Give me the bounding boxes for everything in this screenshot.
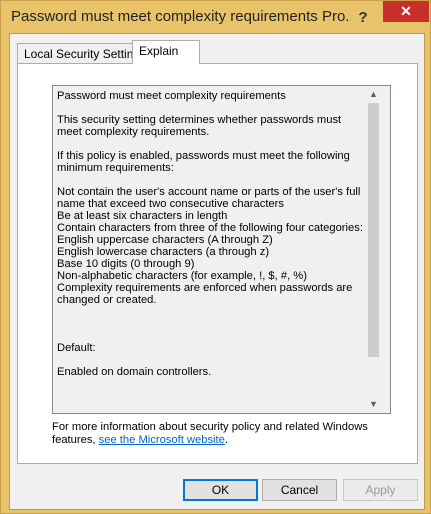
properties-dialog: Password must meet complexity requiremen… — [0, 0, 431, 514]
explain-line: If this policy is enabled, passwords mus… — [57, 150, 350, 174]
explain-blank-line — [57, 102, 363, 114]
explain-line: Non-alphabetic characters (for example, … — [57, 270, 307, 282]
close-icon: ✕ — [400, 3, 412, 19]
cancel-button[interactable]: Cancel — [262, 479, 337, 501]
explain-line: Base 10 digits (0 through 9) — [57, 258, 195, 270]
explain-line: This security setting determines whether… — [57, 114, 342, 138]
tab-local-security-setting[interactable]: Local Security Setting — [17, 43, 145, 64]
tab-explain[interactable]: Explain — [132, 40, 200, 64]
explain-line: Complexity requirements are enforced whe… — [57, 282, 353, 306]
vertical-scrollbar[interactable]: ▲ ▼ — [365, 86, 382, 413]
help-button[interactable]: ? — [353, 9, 373, 27]
explain-line: Password must meet complexity requiremen… — [57, 90, 286, 102]
scroll-thumb[interactable] — [368, 103, 379, 357]
title-bar[interactable]: Password must meet complexity requiremen… — [1, 1, 431, 35]
explain-blank-line — [57, 138, 363, 150]
more-info-text: For more information about security poli… — [52, 421, 392, 447]
explain-line: Enabled on domain controllers. — [57, 366, 212, 378]
scroll-up-arrow-icon[interactable]: ▲ — [365, 86, 382, 103]
explain-line: Contain characters from three of the fol… — [57, 222, 363, 234]
explain-blank-line — [57, 318, 363, 330]
close-button[interactable]: ✕ — [383, 1, 429, 22]
explain-text-box[interactable]: Password must meet complexity requiremen… — [52, 85, 391, 414]
dialog-button-row: OK Cancel Apply — [10, 474, 424, 504]
window-title: Password must meet complexity requiremen… — [11, 8, 351, 25]
more-info-suffix: . — [224, 434, 228, 446]
apply-button[interactable]: Apply — [343, 479, 418, 501]
explain-line: Default: — [57, 342, 96, 354]
explain-line: Not contain the user's account name or p… — [57, 186, 361, 210]
ok-button[interactable]: OK — [183, 479, 258, 501]
explain-blank-line — [57, 330, 363, 342]
explain-text: Password must meet complexity requiremen… — [57, 90, 363, 378]
scroll-down-arrow-icon[interactable]: ▼ — [365, 396, 382, 413]
explain-line: Be at least six characters in length — [57, 210, 228, 222]
explain-blank-line — [57, 354, 363, 366]
dialog-client-area: Local Security Setting Explain Password … — [9, 33, 425, 510]
explain-line: English uppercase characters (A through … — [57, 234, 273, 246]
explain-line: English lowercase characters (a through … — [57, 246, 270, 258]
microsoft-website-link[interactable]: see the Microsoft website — [99, 434, 225, 446]
explain-blank-line — [57, 174, 363, 186]
explain-blank-line — [57, 306, 363, 318]
explain-tab-panel: Password must meet complexity requiremen… — [17, 63, 418, 464]
